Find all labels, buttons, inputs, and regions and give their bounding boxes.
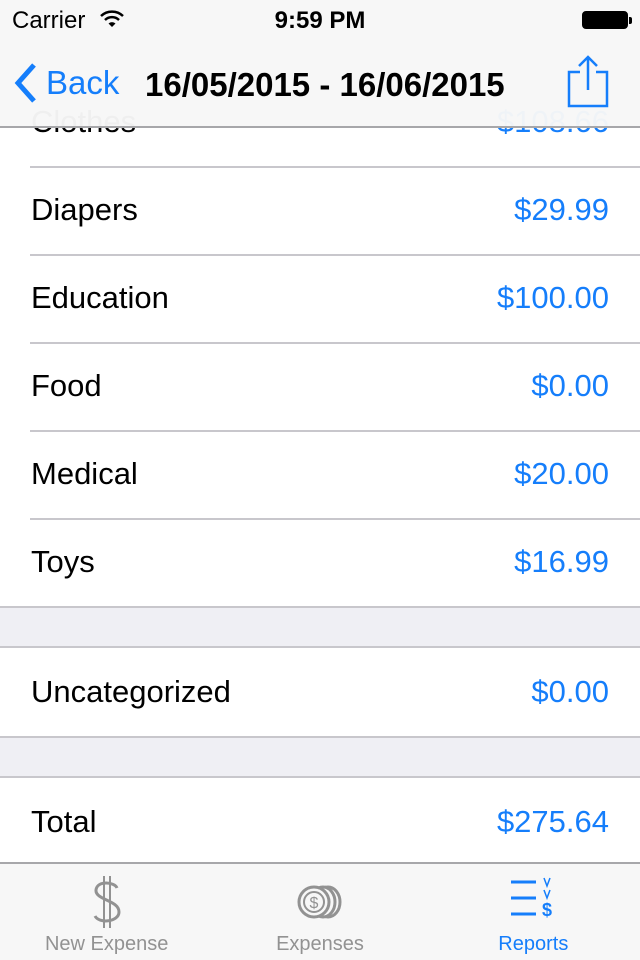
- total-row: Total $275.64: [0, 778, 640, 862]
- category-row-toys[interactable]: Toys $16.99: [0, 518, 640, 606]
- svg-text:$: $: [310, 895, 319, 912]
- category-row-diapers[interactable]: Diapers $29.99: [0, 166, 640, 254]
- share-icon: [567, 55, 609, 108]
- category-label: Toys: [31, 544, 95, 579]
- page-title: 16/05/2015 - 16/06/2015: [145, 66, 505, 103]
- report-table[interactable]: Clothes $108.66 Diapers $29.99 Education…: [0, 0, 640, 862]
- category-row-medical[interactable]: Medical $20.00: [0, 430, 640, 518]
- category-label: Food: [31, 368, 102, 403]
- status-time: 9:59 PM: [274, 7, 366, 34]
- navigation-bar: Carrier 9:59 PM Back 16/05/2015 - 16/06/…: [0, 0, 640, 128]
- back-button[interactable]: Back: [14, 62, 119, 104]
- tab-reports[interactable]: $ Reports: [427, 864, 640, 960]
- tab-label: Reports: [498, 933, 569, 955]
- reports-list-icon: $: [427, 874, 640, 930]
- uncategorized-amount: $0.00: [531, 674, 609, 709]
- coins-icon: $: [213, 874, 426, 930]
- total-group: Total $275.64: [0, 776, 640, 862]
- dollar-sign-icon: [0, 874, 213, 930]
- category-row-food[interactable]: Food $0.00: [0, 342, 640, 430]
- category-amount: $0.00: [531, 368, 609, 403]
- chevron-left-icon: [14, 63, 36, 103]
- category-row-education[interactable]: Education $100.00: [0, 254, 640, 342]
- status-bar: Carrier 9:59 PM: [0, 0, 640, 40]
- category-amount: $100.00: [496, 280, 609, 315]
- tab-label: New Expense: [44, 933, 169, 955]
- category-group: Clothes $108.66 Diapers $29.99 Education…: [0, 78, 640, 608]
- uncategorized-group: Uncategorized $0.00: [0, 646, 640, 738]
- total-label: Total: [31, 804, 97, 839]
- battery-icon: [582, 11, 632, 29]
- tab-new-expense[interactable]: New Expense: [0, 864, 213, 960]
- tab-expenses[interactable]: $ Expenses: [213, 864, 426, 960]
- tab-bar: New Expense $ Expenses $ Reports: [0, 862, 640, 960]
- svg-text:$: $: [542, 900, 552, 920]
- category-label: Medical: [31, 456, 138, 491]
- total-amount: $275.64: [496, 804, 609, 839]
- category-label: Diapers: [31, 192, 138, 227]
- share-button[interactable]: [566, 54, 610, 115]
- uncategorized-row[interactable]: Uncategorized $0.00: [0, 648, 640, 736]
- category-amount: $16.99: [514, 544, 609, 579]
- back-label: Back: [46, 64, 120, 101]
- category-label: Education: [31, 280, 169, 315]
- category-amount: $29.99: [514, 192, 609, 227]
- category-amount: $20.00: [514, 456, 609, 491]
- uncategorized-label: Uncategorized: [31, 674, 231, 709]
- tab-label: Expenses: [276, 933, 364, 955]
